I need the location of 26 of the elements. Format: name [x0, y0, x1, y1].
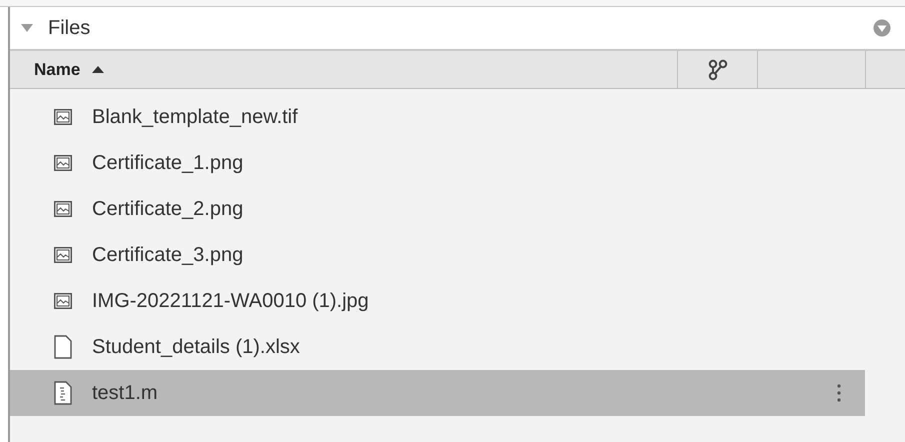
file-name: Certificate_2.png [92, 197, 244, 222]
file-name: Certificate_3.png [92, 243, 244, 268]
file-row[interactable]: Blank_template_new.tif [10, 94, 865, 140]
image-file-icon [54, 247, 72, 263]
collapse-icon[interactable] [20, 22, 34, 34]
panel-menu-icon[interactable] [873, 19, 891, 37]
image-file-icon [54, 109, 72, 125]
file-row[interactable]: IMG-20221121-WA0010 (1).jpg [10, 278, 865, 324]
file-icon [54, 335, 72, 359]
file-row[interactable]: Student_details (1).xlsx [10, 324, 865, 370]
file-row[interactable]: Certificate_2.png [10, 186, 865, 232]
file-name: Certificate_1.png [92, 151, 244, 176]
branch-icon [708, 58, 728, 80]
file-name: Student_details (1).xlsx [92, 335, 301, 360]
file-name: IMG-20221121-WA0010 (1).jpg [92, 289, 370, 314]
more-options-icon[interactable] [837, 384, 841, 402]
file-name: Blank_template_new.tif [92, 105, 299, 130]
image-file-icon [54, 201, 72, 217]
file-row[interactable]: Certificate_3.png [10, 232, 865, 278]
script-file-icon [54, 381, 72, 405]
file-name: test1.m [92, 381, 159, 406]
image-file-icon [54, 293, 72, 309]
panel-title: Files [48, 16, 92, 41]
file-row[interactable]: test1.m [10, 370, 865, 416]
image-file-icon [54, 155, 72, 171]
file-row[interactable]: Certificate_1.png [10, 140, 865, 186]
